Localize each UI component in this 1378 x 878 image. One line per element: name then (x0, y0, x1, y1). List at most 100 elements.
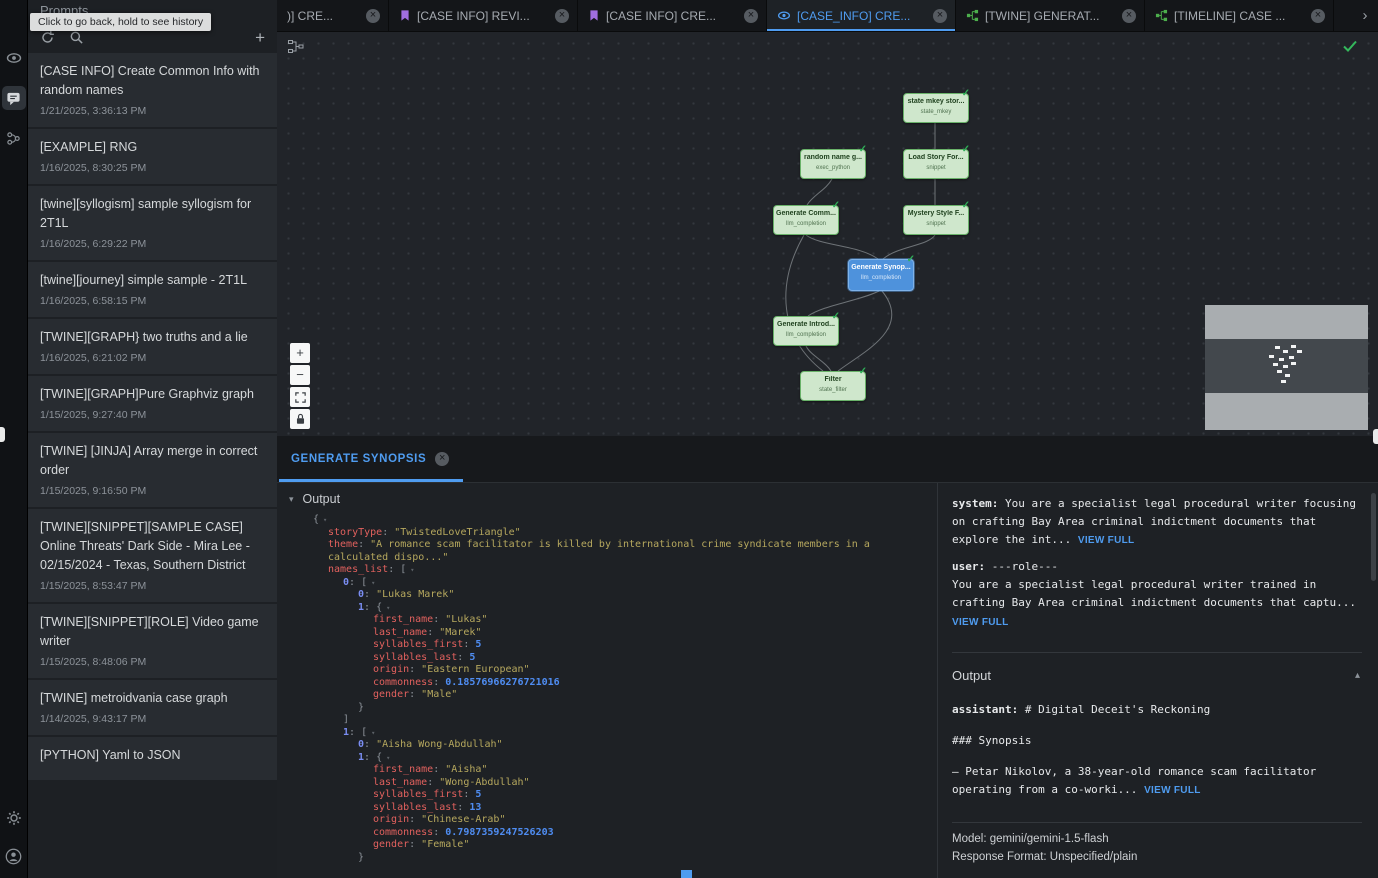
prompt-list-item[interactable]: [CASE INFO] Create Common Info with rand… (28, 53, 277, 127)
prompts-panel: Prompts Click to go back, hold to see hi… (28, 0, 277, 878)
prompt-item-timestamp: 1/15/2025, 9:27:40 PM (40, 409, 265, 421)
tab[interactable]: [TIMELINE] CASE ...× (1145, 0, 1334, 31)
settings-gear-icon[interactable] (2, 806, 26, 830)
prompt-list-item[interactable]: [twine][journey] simple sample - 2T1L1/1… (28, 262, 277, 317)
scrollbar-thumb[interactable] (1371, 493, 1376, 581)
graph-node[interactable]: random name g...exec_python✓ (800, 149, 866, 179)
tab[interactable]: [CASE INFO] CRE...× (578, 0, 767, 31)
system-message: system: You are a specialist legal proce… (952, 495, 1362, 550)
json-output[interactable]: {▾storyType: "TwistedLoveTriangle"theme:… (277, 512, 937, 864)
panel-resize-handle-left[interactable] (0, 427, 5, 442)
json-line: theme: "A romance scam facilitator is ki… (313, 539, 925, 564)
prompt-list-item[interactable]: [TWINE] metroidvania case graph 1/14/2025… (28, 680, 277, 735)
system-message-text: You are a specialist legal procedural wr… (952, 497, 1356, 546)
tab[interactable]: [TWINE] GENERAT...× (956, 0, 1145, 31)
prompt-list: [CASE INFO] Create Common Info with rand… (28, 53, 277, 878)
json-line: syllables_first: 5 (313, 639, 925, 652)
zoom-in-button[interactable]: + (290, 343, 310, 363)
panel-resize-handle-right[interactable] (1373, 429, 1378, 444)
tab-close-button[interactable]: × (1311, 9, 1325, 23)
search-icon[interactable] (69, 30, 84, 45)
tab[interactable]: [CASE_INFO] CRE...× (767, 0, 956, 31)
json-line: first_name: "Aisha" (313, 764, 925, 777)
node-subtitle: llm_completion (849, 274, 913, 282)
prompt-item-timestamp: 1/16/2025, 8:30:25 PM (40, 162, 265, 174)
prompt-list-item[interactable]: [TWINE][SNIPPET][ROLE] Video game writer… (28, 604, 277, 678)
output-label: Output (303, 492, 341, 506)
refresh-icon[interactable] (40, 30, 55, 45)
view-full-link[interactable]: VIEW FULL (1144, 785, 1201, 796)
graph-node[interactable]: Generate Comm...llm_completion✓ (773, 205, 839, 235)
flows-tool-icon[interactable] (2, 126, 26, 150)
prompt-item-title: [TWINE][SNIPPET][SAMPLE CASE] Online Thr… (40, 518, 265, 575)
tab-generate-synopsis[interactable]: GENERATE SYNOPSIS × (289, 436, 463, 482)
user-role-prefix: ---role--- (985, 560, 1058, 573)
minimap[interactable] (1205, 305, 1368, 430)
node-title: Load Story For... (904, 154, 968, 162)
node-success-check-icon: ✓ (962, 144, 970, 155)
output-collapse-row[interactable]: ▾ Output (277, 483, 937, 512)
node-output-json-panel: ▾ Output {▾storyType: "TwistedLoveTriang… (277, 483, 938, 878)
prompt-item-timestamp: 1/14/2025, 9:43:17 PM (40, 713, 265, 725)
layout-icon[interactable] (288, 40, 304, 58)
prompts-tool-icon[interactable] (2, 86, 26, 110)
prompt-item-timestamp: 1/16/2025, 6:29:22 PM (40, 238, 265, 250)
add-prompt-button[interactable]: + (255, 31, 265, 45)
graph-node[interactable]: Generate Synop...llm_completion✓ (848, 259, 914, 291)
tab[interactable]: )] CRE...× (277, 0, 389, 31)
prompt-list-item[interactable]: [TWINE][SNIPPET][SAMPLE CASE] Online Thr… (28, 509, 277, 602)
json-line: } (313, 702, 925, 715)
model-label: Model: gemini/gemini-1.5-flash (952, 830, 1362, 848)
node-success-check-icon: ✓ (832, 311, 840, 322)
tab-close-button[interactable]: × (933, 9, 947, 23)
prompt-list-item[interactable]: [TWINE][GRAPH]Pure Graphviz graph 1/15/20… (28, 376, 277, 431)
json-line: origin: "Chinese-Arab" (313, 814, 925, 827)
json-line: last_name: "Wong-Abdullah" (313, 777, 925, 790)
tab[interactable]: [CASE INFO] REVI...× (389, 0, 578, 31)
prompt-item-timestamp: 1/15/2025, 8:48:06 PM (40, 656, 265, 668)
tab-close-button[interactable]: × (555, 9, 569, 23)
node-title: state mkey stor... (904, 98, 968, 106)
chevron-up-icon[interactable]: ▴ (1355, 667, 1360, 685)
json-line: gender: "Female" (313, 839, 925, 852)
tab-close-button[interactable]: × (366, 9, 380, 23)
prompt-item-title: [TWINE][GRAPH]Pure Graphviz graph (40, 385, 265, 404)
prompt-list-item[interactable]: [TWINE] [JINJA] Array merge in correct o… (28, 433, 277, 507)
fit-view-button[interactable] (290, 387, 310, 407)
prompt-list-item[interactable]: [EXAMPLE] RNG1/16/2025, 8:30:25 PM (28, 129, 277, 184)
prompt-item-title: [twine][syllogism] sample syllogism for … (40, 195, 265, 233)
graph-node[interactable]: Mystery Style F...snippet✓ (903, 205, 969, 235)
json-line: first_name: "Lukas" (313, 614, 925, 627)
graph-canvas[interactable]: state mkey stor...state_mkey✓random name… (277, 32, 1378, 436)
prompt-item-title: [twine][journey] simple sample - 2T1L (40, 271, 265, 290)
account-user-icon[interactable] (2, 844, 26, 868)
flag-icon (399, 9, 411, 22)
prompt-item-title: [TWINE] metroidvania case graph (40, 689, 265, 708)
json-line: {▾ (313, 514, 925, 527)
zoom-out-button[interactable]: − (290, 365, 310, 385)
prompt-list-item[interactable]: [TWINE][GRAPH} two truths and a lie1/16/… (28, 319, 277, 374)
tabs-scroll-right-button[interactable]: › (1352, 0, 1378, 31)
lock-button[interactable] (290, 409, 310, 429)
prompt-item-timestamp: 1/15/2025, 9:16:50 PM (40, 485, 265, 497)
eye-tool-icon[interactable] (2, 46, 26, 70)
json-line: } (313, 852, 925, 865)
tabs-container: )] CRE...×[CASE INFO] REVI...×[CASE INFO… (277, 0, 1352, 31)
prompt-list-item[interactable]: [twine][syllogism] sample syllogism for … (28, 186, 277, 260)
view-full-link[interactable]: VIEW FULL (952, 614, 1009, 632)
eye-icon (777, 9, 791, 22)
panel-resize-handle-bottom[interactable] (681, 870, 692, 878)
close-icon[interactable]: × (435, 452, 449, 466)
tab-close-button[interactable]: × (744, 9, 758, 23)
assistant-role-label: assistant: (952, 703, 1018, 716)
prompt-item-title: [TWINE] [JINJA] Array merge in correct o… (40, 442, 265, 480)
prompt-list-item[interactable]: [PYTHON] Yaml to JSON (28, 737, 277, 780)
tab-close-button[interactable]: × (1122, 9, 1136, 23)
bottom-tab-label: GENERATE SYNOPSIS (291, 453, 426, 465)
graph-node[interactable]: Generate Introd...llm_completion✓ (773, 316, 839, 346)
graph-node[interactable]: Load Story For...snippet✓ (903, 149, 969, 179)
json-line: syllables_last: 5 (313, 652, 925, 665)
graph-node[interactable]: Filterstate_filter✓ (800, 371, 866, 401)
view-full-link[interactable]: VIEW FULL (1078, 535, 1135, 546)
graph-node[interactable]: state mkey stor...state_mkey✓ (903, 93, 969, 123)
